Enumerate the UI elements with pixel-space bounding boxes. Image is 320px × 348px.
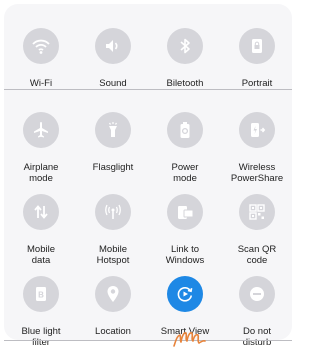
tile-flashlight[interactable]: Flasglight [80,112,146,173]
battery-icon [167,112,203,148]
tap-hand-icon [173,332,206,347]
tile-label: Location [95,326,131,337]
bluetooth-icon [167,28,203,64]
tile-label: Wi-Fi [29,78,53,89]
tile-label: Sound [99,78,127,89]
location-pin-icon [95,276,131,312]
smart-view-icon [167,276,203,312]
tile-label: Mobile data [27,244,55,266]
row-divider [4,89,292,90]
tile-label: Scan QR code [237,244,277,266]
tile-blue-light-filter[interactable]: B Blue light filter [8,276,74,348]
wireless-powershare-icon [239,112,275,148]
tile-link-to-windows[interactable]: Link to Windows [152,194,218,266]
tile-wireless-powershare[interactable]: Wireless PowerShare [224,112,290,184]
tile-portrait[interactable]: Portrait [224,28,290,89]
blue-light-filter-icon: B [23,276,59,312]
tile-power-mode[interactable]: Power mode [152,112,218,184]
tile-wifi[interactable]: Wi-Fi [8,28,74,89]
tile-sound[interactable]: Sound [80,28,146,89]
hotspot-icon [95,194,131,230]
tile-label: Blue light filter [21,326,61,348]
airplane-icon [23,112,59,148]
tile-scan-qr-code[interactable]: Scan QR code [224,194,290,266]
tile-label: Flasglight [92,162,134,173]
qr-code-icon [239,194,275,230]
tile-do-not-disturb[interactable]: Do not disturb [224,276,290,348]
volume-icon [95,28,131,64]
do-not-disturb-icon [239,276,275,312]
tile-label: Biletooth [166,78,204,89]
wifi-icon [23,28,59,64]
mobile-data-icon [23,194,59,230]
tile-label: Power mode [171,162,199,184]
tile-label: Airplane mode [23,162,59,184]
tile-label: Wireless PowerShare [230,162,284,184]
tile-bluetooth[interactable]: Biletooth [152,28,218,89]
row-divider [4,340,292,341]
tile-label: Mobile Hotspot [96,244,130,266]
tile-label: Link to Windows [165,244,205,266]
flashlight-icon [95,112,131,148]
quick-settings-panel: Wi-Fi Sound Biletooth Portrait Airplane … [4,4,292,348]
link-to-windows-icon [167,194,203,230]
tile-label: Portrait [241,78,273,89]
svg-text:B: B [38,291,44,300]
tile-location[interactable]: Location [80,276,146,337]
tile-airplane-mode[interactable]: Airplane mode [8,112,74,184]
tile-mobile-data[interactable]: Mobile data [8,194,74,266]
tile-mobile-hotspot[interactable]: Mobile Hotspot [80,194,146,266]
tile-label: Do not disturb [242,326,272,348]
portrait-lock-icon [239,28,275,64]
